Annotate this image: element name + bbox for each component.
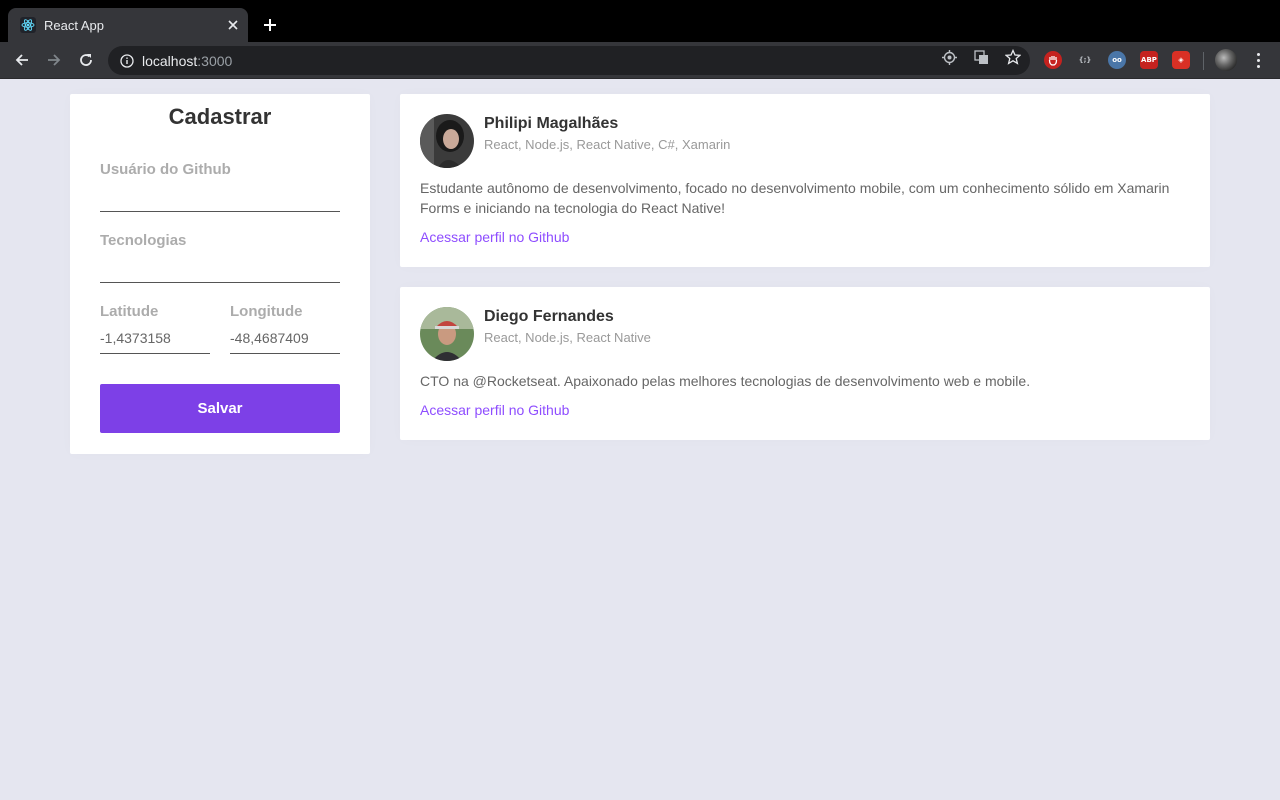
browser-tab[interactable]: React App <box>8 8 248 42</box>
form-title: Cadastrar <box>168 104 272 129</box>
latitude-field: Latitude <box>100 303 210 355</box>
longitude-input[interactable] <box>230 327 340 349</box>
tab-title: React App <box>44 17 104 33</box>
react-logo-icon <box>20 17 36 33</box>
address-bar[interactable]: localhost:3000 <box>108 46 1030 75</box>
save-button[interactable]: Salvar <box>100 384 340 433</box>
browser-toolbar: localhost:3000 {;} oo ABP ◈ <box>0 42 1280 79</box>
github-user-input[interactable] <box>100 189 340 211</box>
techs-underline <box>100 260 340 283</box>
latitude-input[interactable] <box>100 327 210 349</box>
url-port: :3000 <box>197 52 233 69</box>
browser-tab-bar: React App <box>0 0 1280 42</box>
dev-extension-icon[interactable]: ◈ <box>1172 51 1190 69</box>
reload-icon[interactable] <box>74 48 98 72</box>
dev-bio: CTO na @Rocketseat. Apaixonado pelas mel… <box>420 373 1031 389</box>
url-host: localhost <box>142 52 198 69</box>
latitude-underline <box>100 327 210 354</box>
abp-extension-icon[interactable]: ABP <box>1140 51 1158 69</box>
techs-label: Tecnologias <box>100 232 187 249</box>
github-profile-link[interactable]: Acessar perfil no Github <box>420 402 569 418</box>
github-user-underline <box>100 189 340 212</box>
dev-avatar <box>420 114 474 168</box>
github-profile-link[interactable]: Acessar perfil no Github <box>420 229 569 245</box>
profile-avatar[interactable] <box>1215 49 1237 71</box>
url-text: localhost:3000 <box>142 53 232 69</box>
browser-menu-icon[interactable] <box>1250 50 1266 70</box>
location-icon[interactable] <box>941 49 957 65</box>
bookmark-star-icon[interactable] <box>1005 49 1021 65</box>
longitude-field: Longitude <box>230 303 340 355</box>
new-tab-icon[interactable] <box>258 13 282 37</box>
forward-icon[interactable] <box>42 48 66 72</box>
dev-avatar <box>420 307 474 361</box>
techs-input[interactable] <box>100 260 340 282</box>
toolbar-separator <box>1203 52 1204 70</box>
dev-name: Diego Fernandes <box>484 308 614 325</box>
latitude-label: Latitude <box>100 303 159 320</box>
dev-card: Diego Fernandes React, Node.js, React Na… <box>400 287 1210 440</box>
dev-techs: React, Node.js, React Native, C#, Xamari… <box>484 137 731 152</box>
back-icon[interactable] <box>10 48 34 72</box>
longitude-underline <box>230 327 340 354</box>
dev-techs: React, Node.js, React Native <box>484 330 651 345</box>
longitude-label: Longitude <box>230 303 303 320</box>
dev-name: Philipi Magalhães <box>484 115 619 132</box>
adblock-extension-icon[interactable] <box>1044 51 1062 69</box>
techs-field: Tecnologias <box>100 232 340 284</box>
redux-devtools-extension-icon[interactable]: oo <box>1108 51 1126 69</box>
close-tab-icon[interactable] <box>224 16 242 34</box>
json-extension-icon[interactable]: {;} <box>1076 51 1094 69</box>
github-user-label: Usuário do Github <box>100 161 231 178</box>
dev-bio: Estudante autônomo de desenvolvimento, f… <box>420 180 1170 216</box>
translate-icon[interactable] <box>973 49 989 65</box>
github-user-field: Usuário do Github <box>100 161 340 213</box>
site-info-icon[interactable] <box>120 53 134 68</box>
dev-card: Philipi Magalhães React, Node.js, React … <box>400 94 1210 267</box>
